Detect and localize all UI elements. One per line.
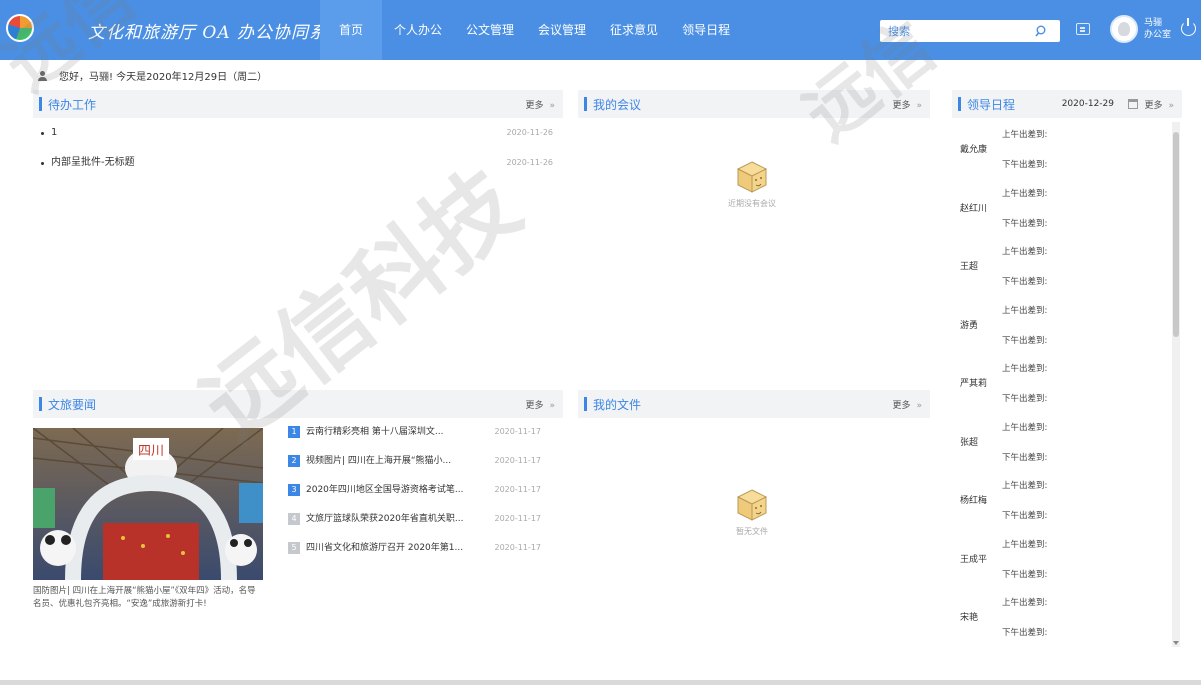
news-panel: 文旅要闻 更多» <box>33 390 563 418</box>
empty-text: 暂无文件 <box>736 527 768 536</box>
nav-meeting-management[interactable]: 会议管理 <box>526 0 598 60</box>
schedule-date: 2020-12-29 <box>1061 99 1114 109</box>
search-input[interactable] <box>880 21 1030 41</box>
news-image-caption[interactable]: 国防图片| 四川在上海开展“熊猫小屋”《双年四》活动，名导名员、优惠礼包齐亮相。… <box>33 585 263 611</box>
news-feature-image[interactable]: 四川 <box>33 428 263 580</box>
news-item[interactable]: 1 云南行精彩亮相 第十八届深圳文... 2020-11-17 <box>288 426 543 455</box>
user-info[interactable]: 马骊 办公室 <box>1144 17 1171 41</box>
main-nav: 首页 个人办公 公文管理 会议管理 征求意见 领导日程 <box>320 0 742 60</box>
window-bottom-edge <box>0 680 1201 685</box>
search-icon <box>1034 25 1045 37</box>
user-icon <box>38 70 47 81</box>
rank-badge: 2 <box>288 455 300 467</box>
user-department: 办公室 <box>1144 30 1172 40</box>
logo-icon <box>6 14 34 42</box>
empty-text: 近期没有会议 <box>728 199 776 208</box>
search-button[interactable] <box>1030 21 1052 41</box>
empty-state: 近期没有会议 <box>728 160 776 209</box>
more-link[interactable]: 更多» <box>892 398 922 411</box>
rank-badge: 5 <box>288 542 300 554</box>
panel-header: 领导日程 2020-12-29 更多» <box>952 90 1182 118</box>
top-navigation-bar: 文化和旅游厅 OA 办公协同系统 首页 个人办公 公文管理 会议管理 征求意见 … <box>0 0 1201 60</box>
panel-header: 我的会议 更多» <box>578 90 930 118</box>
message-icon[interactable] <box>1076 23 1090 35</box>
news-list: 1 云南行精彩亮相 第十八届深圳文... 2020-11-17 2 视频图片| 四川在… <box>288 426 543 571</box>
nav-opinion-solicitation[interactable]: 征求意见 <box>598 0 670 60</box>
more-link[interactable]: 更多» <box>892 98 922 111</box>
schedule-scrollbar[interactable] <box>1172 122 1180 647</box>
expo-photo-illustration: 四川 <box>33 428 263 580</box>
news-item[interactable]: 2 视频图片| 四川在上海开展“熊猫小... 2020-11-17 <box>288 455 543 484</box>
more-link[interactable]: 更多» <box>525 398 555 411</box>
list-item[interactable]: 1 2020-11-26 <box>39 126 563 156</box>
leader-schedule-panel: 领导日程 2020-12-29 更多» 戴允康 上午出差到: 下午出差到: 赵红川上… <box>952 90 1182 650</box>
list-item[interactable]: 内部呈批件-无标题 2020-11-26 <box>39 156 563 186</box>
double-chevron-right-icon: » <box>916 400 922 411</box>
news-title: 文旅厅篮球队荣获2020年省直机关职... <box>306 514 464 524</box>
empty-box-icon <box>736 489 768 521</box>
search-box <box>880 20 1060 42</box>
logout-power-icon[interactable] <box>1181 18 1196 36</box>
schedule-row: 王成平 上午出差到: 下午出差到: <box>960 539 1048 580</box>
scrollbar-thumb[interactable] <box>1173 132 1179 337</box>
todo-panel: 待办工作 更多» 1 2020-11-26 内部呈批件-无标题 2020-11-26 <box>33 90 563 380</box>
rank-badge: 1 <box>288 426 300 438</box>
empty-box-icon <box>736 161 768 193</box>
more-link[interactable]: 更多» <box>525 98 555 111</box>
user-avatar[interactable] <box>1110 15 1138 43</box>
greeting-bar: 您好，马骊! 今天是2020年12月29日（周二） <box>38 68 267 83</box>
greeting-text: 您好，马骊! 今天是2020年12月29日（周二） <box>59 72 268 83</box>
schedule-row: 严其莉 上午出差到: 下午出差到: <box>960 364 1048 404</box>
news-item[interactable]: 3 2020年四川地区全国导游资格考试笔... 2020-11-17 <box>288 484 543 513</box>
double-chevron-right-icon: » <box>1168 100 1174 111</box>
panel-title: 我的文件 <box>593 397 642 412</box>
schedule-row: 宋艳 上午出差到: 下午出差到: <box>960 598 1048 638</box>
panel-title: 领导日程 <box>967 97 1016 112</box>
panel-title: 我的会议 <box>593 97 642 112</box>
nav-home[interactable]: 首页 <box>320 0 382 60</box>
double-chevron-right-icon: » <box>916 100 922 111</box>
news-item[interactable]: 5 四川省文化和旅游厅召开 2020年第1... 2020-11-17 <box>288 542 543 571</box>
news-date: 2020-11-17 <box>494 427 542 436</box>
double-chevron-right-icon: » <box>549 100 555 111</box>
nav-document-management[interactable]: 公文管理 <box>454 0 526 60</box>
news-date: 2020-11-17 <box>494 543 542 552</box>
schedule-list: 戴允康 上午出差到: 下午出差到: 赵红川 上午出差到: 下午出差到: 王超 上午出差到:… <box>952 122 1182 647</box>
nav-leader-schedule[interactable]: 领导日程 <box>670 0 742 60</box>
news-title: 四川省文化和旅游厅召开 2020年第1... <box>306 543 464 553</box>
news-date: 2020-11-17 <box>494 514 542 523</box>
schedule-row: 王超 上午出差到: 下午出差到: <box>960 247 1048 287</box>
empty-state: 暂无文件 <box>736 488 768 537</box>
files-panel: 我的文件 更多» 暂无文件 <box>578 390 930 650</box>
panel-header: 文旅要闻 更多» <box>33 390 563 418</box>
panel-title: 待办工作 <box>48 97 97 112</box>
scroll-down-arrow-icon[interactable] <box>1173 641 1179 645</box>
news-title: 视频图片| 四川在上海开展“熊猫小... <box>306 456 452 466</box>
double-chevron-right-icon: » <box>549 400 555 411</box>
news-date: 2020-11-17 <box>494 456 542 465</box>
schedule-row: 赵红川 上午出差到: 下午出差到: <box>960 188 1048 229</box>
news-title: 云南行精彩亮相 第十八届深圳文... <box>306 427 444 437</box>
svg-text:四川: 四川 <box>138 444 164 459</box>
schedule-row: 游勇 上午出差到: 下午出差到: <box>960 305 1048 346</box>
panel-header: 我的文件 更多» <box>578 390 930 418</box>
todo-list: 1 2020-11-26 内部呈批件-无标题 2020-11-26 <box>33 118 563 186</box>
system-title: 文化和旅游厅 OA 办公协同系统 <box>88 23 346 43</box>
app-logo <box>6 14 34 42</box>
calendar-icon[interactable] <box>1128 99 1138 109</box>
nav-personal-office[interactable]: 个人办公 <box>382 0 454 60</box>
rank-badge: 4 <box>288 513 300 525</box>
rank-badge: 3 <box>288 484 300 496</box>
panel-title: 文旅要闻 <box>48 397 97 412</box>
news-item[interactable]: 4 文旅厅篮球队荣获2020年省直机关职... 2020-11-17 <box>288 513 543 542</box>
schedule-row: 张超 上午出差到: 下午出差到: <box>960 422 1048 463</box>
user-name: 马骊 <box>1144 18 1163 28</box>
schedule-row: 杨红梅 上午出差到: 下午出差到: <box>960 481 1048 521</box>
meetings-panel: 我的会议 更多» 近期没有会议 <box>578 90 930 380</box>
panel-header: 待办工作 更多» <box>33 90 563 118</box>
more-link[interactable]: 更多» <box>1144 98 1174 111</box>
news-title: 2020年四川地区全国导游资格考试笔... <box>306 485 464 495</box>
news-date: 2020-11-17 <box>494 485 542 494</box>
schedule-row: 戴允康 上午出差到: 下午出差到: <box>960 130 1048 170</box>
